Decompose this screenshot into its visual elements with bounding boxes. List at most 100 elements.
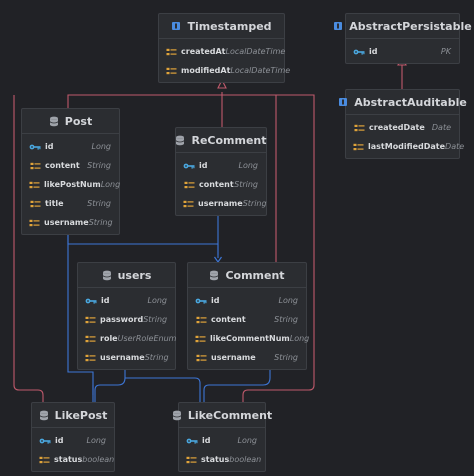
field-row[interactable]: status boolean [32,450,114,469]
field-type: boolean [82,455,115,464]
field-row[interactable]: lastModifiedDate Date [346,137,464,156]
entity-comment[interactable]: Comment id Long content String likeCommentNum… [187,262,309,370]
field-name: status [54,455,83,464]
entity-header[interactable]: AbstractPersistable [334,14,472,39]
entity-header[interactable]: ReComment [176,128,267,153]
field-name: role [100,334,118,343]
field-icon [85,353,96,363]
field-row[interactable]: title String [22,194,119,213]
field-name: content [199,180,234,189]
field-row[interactable]: id Long [22,137,119,156]
field-name: modifiedAt [181,66,231,75]
field-type: String [87,161,111,170]
field-row[interactable]: status boolean [179,450,265,469]
field-row[interactable]: id Long [176,156,266,175]
entity-recomment[interactable]: ReComment id Long content String username Stri… [175,127,267,216]
field-row[interactable]: username String [176,194,267,213]
entity-likecomment[interactable]: LikeComment id Long status boolean [172,402,272,472]
field-name: id [45,142,54,151]
entity-title: AbstractAuditable [354,95,467,109]
field-list: id Long status boolean [32,428,114,471]
entity-header[interactable]: Comment [188,263,306,288]
key-icon [353,47,365,57]
table-icon [102,270,112,281]
field-row[interactable]: id Long [32,431,114,450]
field-icon [195,315,207,325]
field-name: status [201,455,230,464]
field-icon [29,180,40,190]
entity-likepost[interactable]: LikePost id Long status boolean [31,402,115,472]
field-row[interactable]: role UserRoleEnum [78,329,176,348]
field-type: Long [289,334,310,343]
field-type: String [274,353,298,362]
field-type: Long [278,296,299,305]
field-row[interactable]: createdAt LocalDateTime [159,42,285,61]
field-name: likePostNum [44,180,101,189]
entity-header[interactable]: Post [22,109,119,134]
field-type: String [143,315,168,324]
entity-post[interactable]: Post id Long content String likePostNum Long ti… [21,108,120,235]
field-row[interactable]: username String [188,348,306,367]
interface-icon [171,21,181,31]
field-row[interactable]: username String [78,348,175,367]
field-row[interactable]: id Long [188,291,306,310]
field-type: LocalDateTime [230,66,291,75]
field-type: Date [445,142,465,151]
field-name: id [202,436,211,445]
entity-title: LikeComment [187,408,273,422]
field-name: createdDate [369,123,425,132]
field-type: String [144,353,169,362]
table-icon [49,116,59,127]
field-name: createdAt [181,47,226,56]
field-list: id Long content String likePostNum Long title S… [22,134,120,234]
field-row[interactable]: id Long [179,431,265,450]
entity-header[interactable]: users [78,263,175,288]
entity-users[interactable]: users id Long password String role UserRoleEnu… [77,262,176,370]
field-icon [166,66,177,76]
entity-abstract-auditable[interactable]: AbstractAuditable createdDate Date lastModi… [339,89,467,159]
entity-timestamped[interactable]: Timestamped createdAt LocalDateTime modifie… [158,13,290,83]
entity-title: users [117,268,152,282]
entity-title: Comment [225,268,285,282]
field-row[interactable]: id PK [346,42,459,61]
field-name: id [211,296,220,305]
field-type: String [87,199,111,208]
field-row[interactable]: content String [22,156,119,175]
field-row[interactable]: password String [78,310,175,329]
field-icon [29,218,40,228]
field-name: username [198,199,243,208]
field-row[interactable]: content String [188,310,306,329]
field-name: id [101,296,110,305]
interface-icon [333,21,343,31]
entity-abstract-persistable[interactable]: AbstractPersistable id PK [334,13,472,64]
entity-header[interactable]: LikeComment [172,403,272,428]
field-row[interactable]: username String [22,213,119,232]
field-list: id Long content String username String [176,153,267,215]
field-row[interactable]: content String [176,175,266,194]
field-row[interactable]: likeCommentNum Long [188,329,309,348]
field-type: PK [440,47,451,56]
field-name: content [45,161,80,170]
field-row[interactable]: likePostNum Long [22,175,120,194]
field-name: username [44,218,89,227]
table-icon [172,410,182,421]
field-row[interactable]: id Long [78,291,175,310]
key-icon [186,436,198,446]
field-type: String [242,199,267,208]
field-name: lastModifiedDate [368,142,446,151]
field-list: id Long content String likeCommentNum Long use… [188,288,309,369]
field-list: id Long password String role UserRoleEnum user… [78,288,176,369]
entity-header[interactable]: Timestamped [159,14,284,39]
field-icon [353,123,365,133]
field-list: createdDate Date lastModifiedDate Date [346,115,464,158]
assoc-line [203,365,271,402]
field-type: String [274,315,298,324]
entity-header[interactable]: LikePost [32,403,114,428]
field-row[interactable]: createdDate Date [346,118,459,137]
field-type: Long [86,436,107,445]
field-icon [166,47,177,57]
field-row[interactable]: modifiedAt LocalDateTime [159,61,290,80]
entity-header[interactable]: AbstractAuditable [339,90,467,115]
field-name: id [55,436,64,445]
field-name: password [100,315,144,324]
